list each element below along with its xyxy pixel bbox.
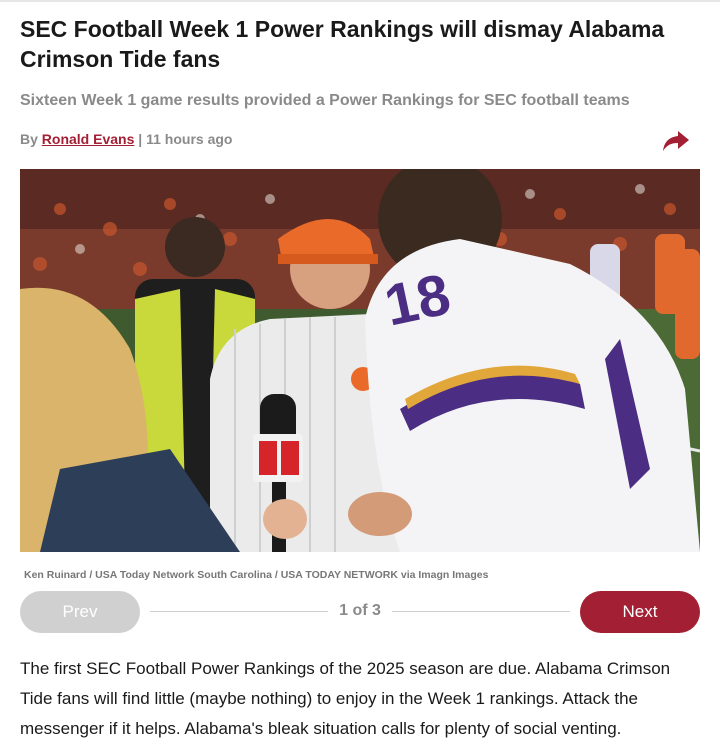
byline: By Ronald Evans | 11 hours ago: [20, 131, 232, 147]
article-headline: SEC Football Week 1 Power Rankings will …: [20, 16, 665, 72]
next-button[interactable]: Next: [580, 591, 700, 633]
top-divider: [0, 0, 720, 2]
jersey-number: 18: [379, 262, 456, 339]
article-photo[interactable]: 18: [20, 169, 700, 552]
byline-prefix: By: [20, 131, 38, 147]
byline-separator: |: [138, 131, 143, 147]
author-link[interactable]: Ronald Evans: [42, 131, 135, 147]
gallery-counter: 1 of 3: [339, 602, 381, 619]
pager-divider-right: [392, 611, 570, 612]
pager-divider-left: [150, 611, 328, 612]
prev-button[interactable]: Prev: [20, 591, 140, 633]
article-subhead: Sixteen Week 1 game results provided a P…: [20, 92, 630, 109]
share-arrow-icon[interactable]: [662, 130, 690, 152]
article-body: The first SEC Football Power Rankings of…: [20, 659, 671, 738]
photo-caption: Ken Ruinard / USA Today Network South Ca…: [24, 569, 489, 581]
publish-time: 11 hours ago: [146, 131, 233, 147]
